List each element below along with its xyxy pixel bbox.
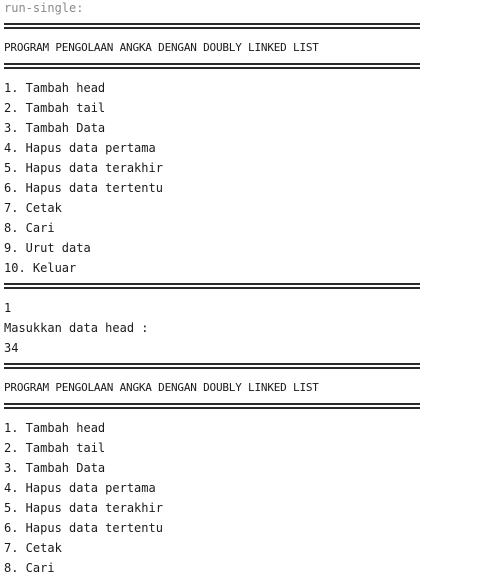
menu-item-1: 1. Tambah head (4, 81, 106, 95)
separator-line (4, 20, 483, 40)
console-output: run-single: PROGRAM PENGOLAAN ANGKA DENG… (0, 0, 483, 575)
program-title: PROGRAM PENGOLAAN ANGKA DENGAN DOUBLY LI… (4, 381, 319, 394)
menu-item-9: 9. Urut data (4, 241, 91, 255)
menu-item-3: 3. Tambah Data (4, 461, 106, 475)
separator-line (4, 60, 483, 80)
input-prompt: Masukkan data head : (4, 321, 149, 335)
menu-item-3: 3. Tambah Data (4, 121, 106, 135)
menu-item-6: 6. Hapus data tertentu (4, 521, 163, 535)
menu-item-7: 7. Cetak (4, 541, 62, 555)
user-input-choice: 1 (4, 301, 12, 315)
menu-item-5: 5. Hapus data terakhir (4, 501, 163, 515)
separator-line (4, 360, 483, 380)
menu-item-4: 4. Hapus data pertama (4, 481, 156, 495)
menu-item-2: 2. Tambah tail (4, 101, 106, 115)
menu-item-10: 10. Keluar (4, 261, 77, 275)
menu-item-1: 1. Tambah head (4, 421, 106, 435)
run-header: run-single: (4, 1, 84, 15)
menu-item-7: 7. Cetak (4, 201, 62, 215)
menu-item-5: 5. Hapus data terakhir (4, 161, 163, 175)
menu-item-2: 2. Tambah tail (4, 441, 106, 455)
separator-line (4, 280, 483, 300)
program-title: PROGRAM PENGOLAAN ANGKA DENGAN DOUBLY LI… (4, 41, 319, 54)
menu-item-6: 6. Hapus data tertentu (4, 181, 163, 195)
menu-item-8: 8. Cari (4, 561, 55, 575)
separator-line (4, 400, 483, 420)
menu-item-4: 4. Hapus data pertama (4, 141, 156, 155)
user-input-value: 34 (4, 341, 19, 355)
menu-item-8: 8. Cari (4, 221, 55, 235)
